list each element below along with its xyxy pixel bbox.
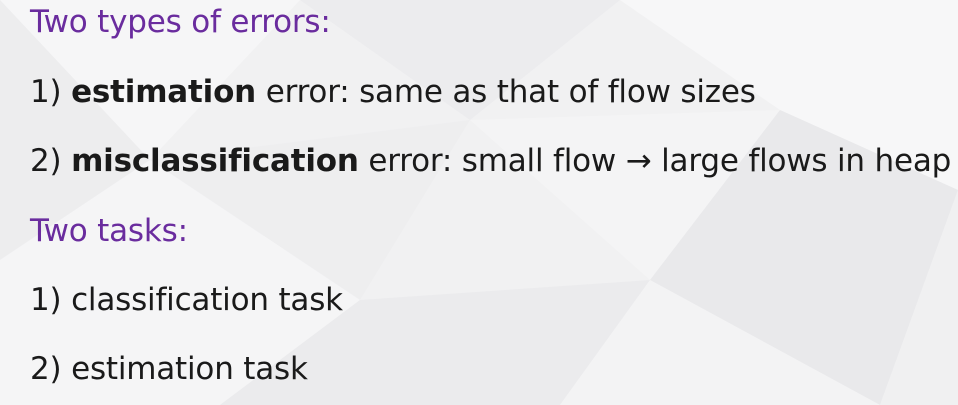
estimation-error-item: 1) estimation error: same as that of flo…	[30, 73, 756, 111]
misclassification-term: misclassification	[71, 143, 359, 179]
misclassification-error-item: 2) misclassification error: small flow →…	[30, 142, 951, 180]
item-number: 2)	[30, 143, 72, 179]
estimation-term: estimation	[71, 74, 257, 110]
classification-task-item: 1) classification task	[30, 282, 343, 318]
estimation-task-item: 2) estimation task	[30, 351, 308, 387]
item-number: 1)	[30, 74, 72, 110]
misclassification-error-description: error: small flow → large flows in heap	[358, 143, 952, 179]
estimation-error-description: error: same as that of flow sizes	[256, 74, 756, 110]
tasks-heading: Two tasks:	[30, 213, 188, 249]
error-types-heading: Two types of errors:	[30, 4, 331, 40]
slide-content: Two types of errors: 1) estimation error…	[0, 0, 958, 405]
